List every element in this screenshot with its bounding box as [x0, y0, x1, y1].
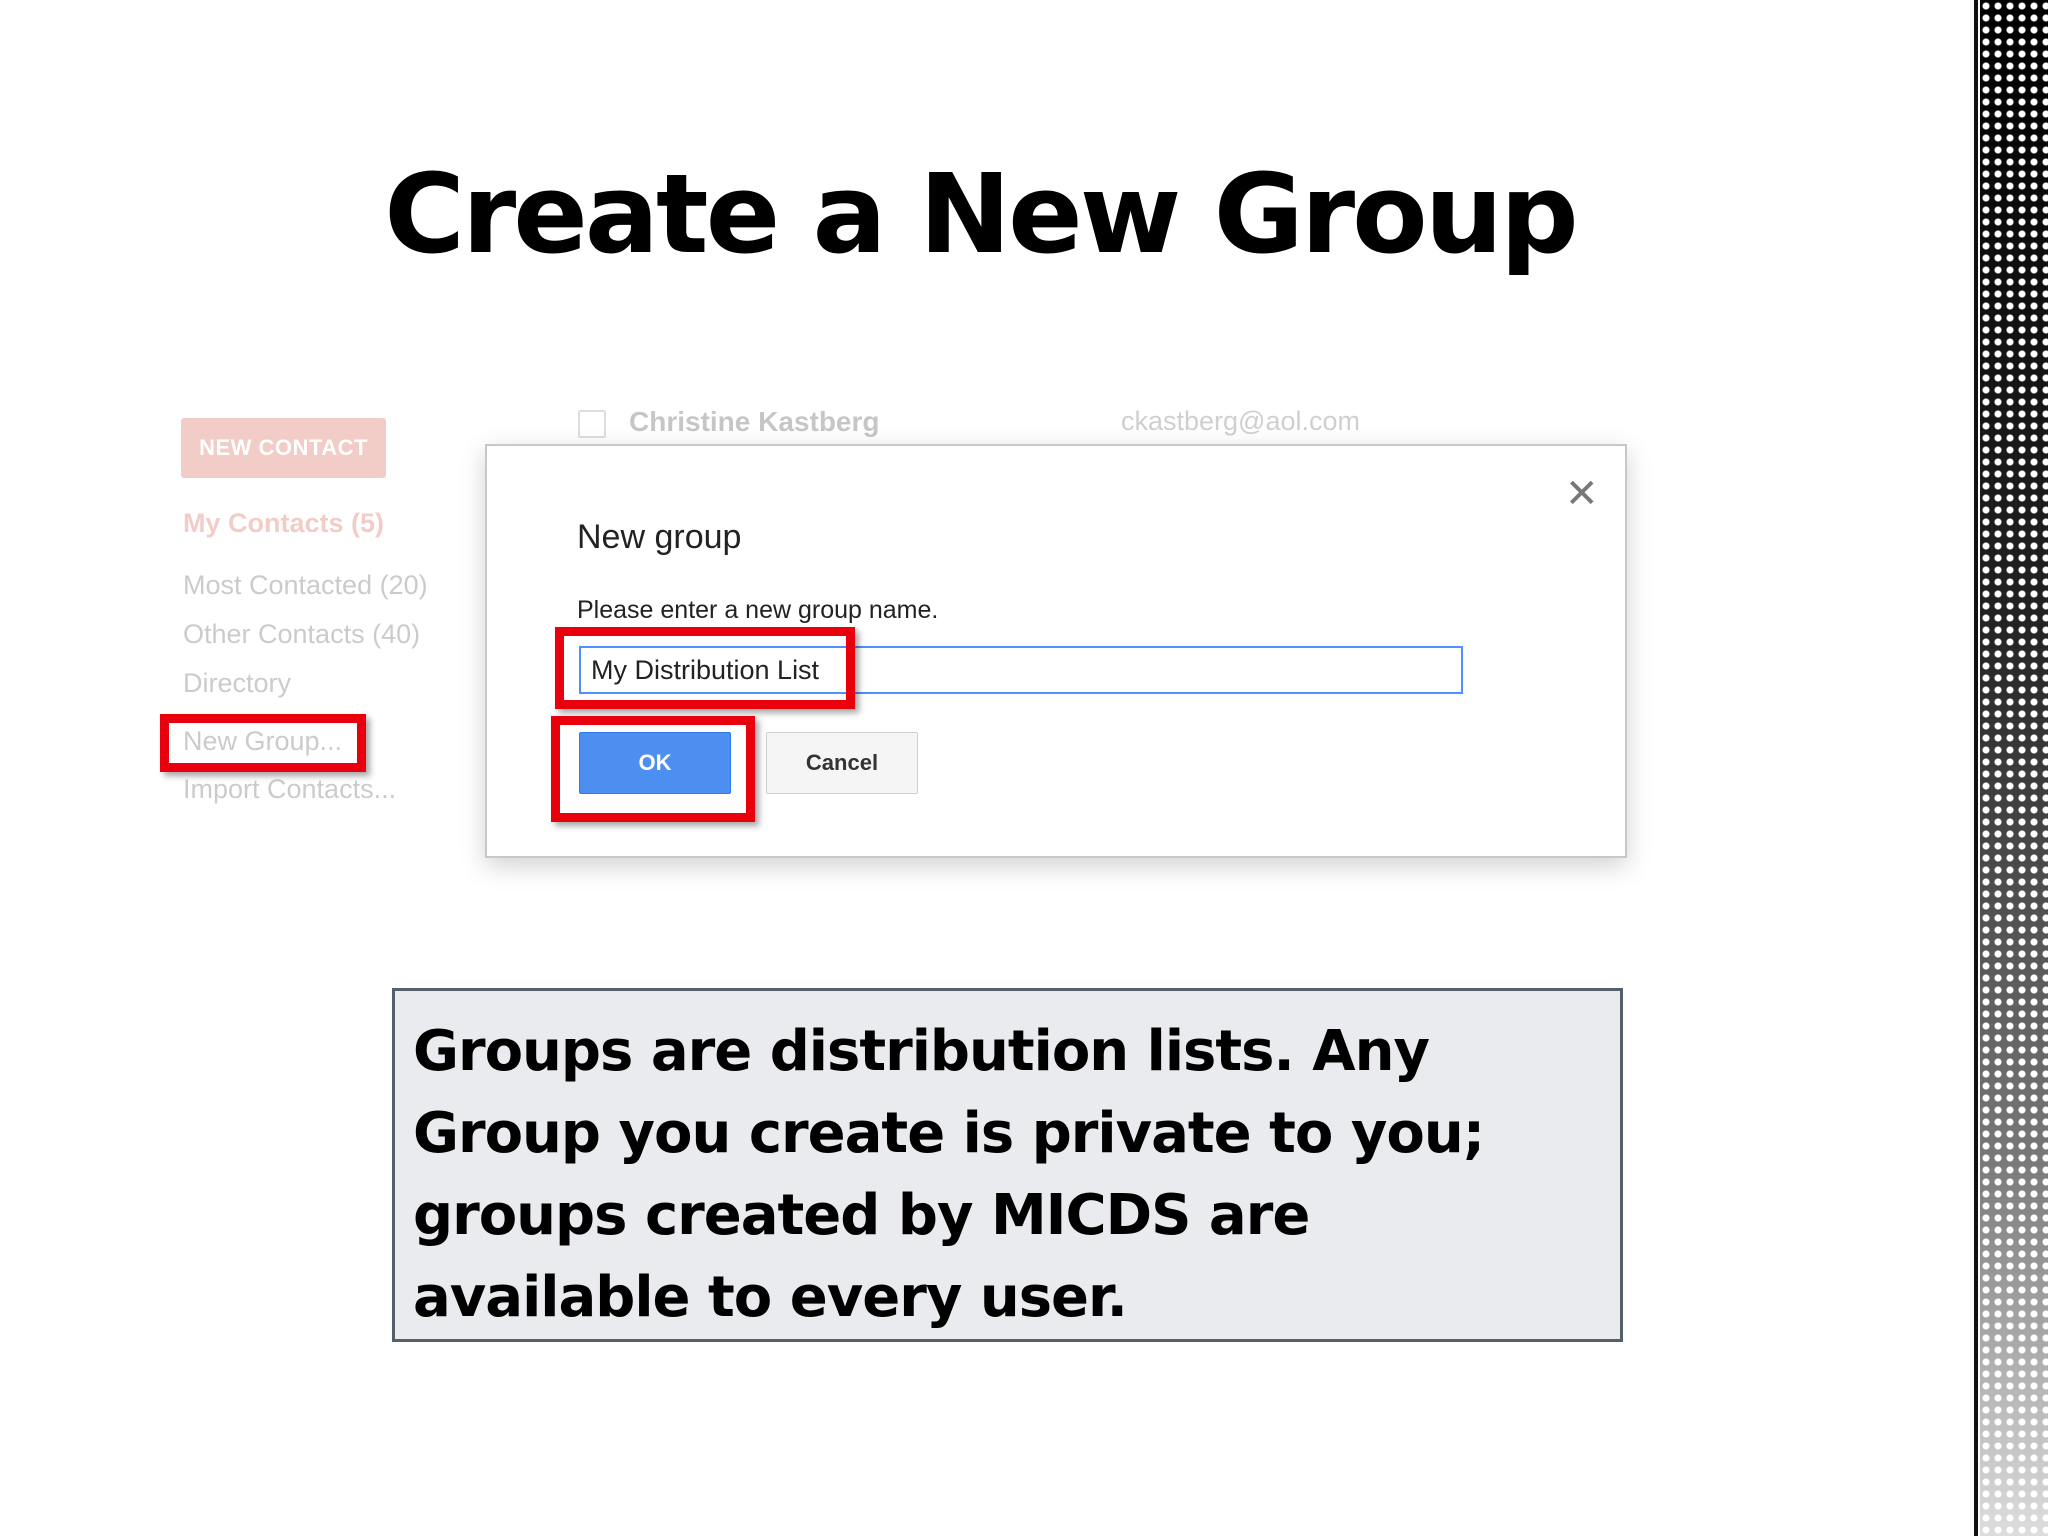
sidebar-item-directory[interactable]: Directory	[183, 668, 291, 699]
contact-name[interactable]: Christine Kastberg	[629, 406, 880, 438]
sidebar-item-import-contacts[interactable]: Import Contacts...	[183, 774, 396, 805]
contact-email: ckastberg@aol.com	[1121, 406, 1361, 436]
decorative-side-border	[1974, 0, 2048, 1536]
sidebar-item-my-contacts[interactable]: My Contacts (5)	[183, 508, 384, 539]
ok-button-highlight	[551, 716, 755, 822]
cancel-button[interactable]: Cancel	[766, 732, 918, 794]
sidebar-item-most-contacted[interactable]: Most Contacted (20)	[183, 570, 428, 601]
contact-checkbox[interactable]	[578, 410, 606, 438]
new-contact-button[interactable]: NEW CONTACT	[181, 418, 386, 478]
new-group-highlight	[160, 714, 366, 772]
close-icon[interactable]: ✕	[1565, 474, 1599, 514]
sidebar-item-other-contacts[interactable]: Other Contacts (40)	[183, 619, 420, 650]
dialog-title: New group	[577, 518, 742, 556]
input-highlight	[555, 627, 855, 709]
note-box: Groups are distribution lists. Any Group…	[392, 988, 1623, 1342]
dialog-prompt: Please enter a new group name.	[577, 596, 939, 624]
slide-title: Create a New Group	[384, 150, 1579, 278]
